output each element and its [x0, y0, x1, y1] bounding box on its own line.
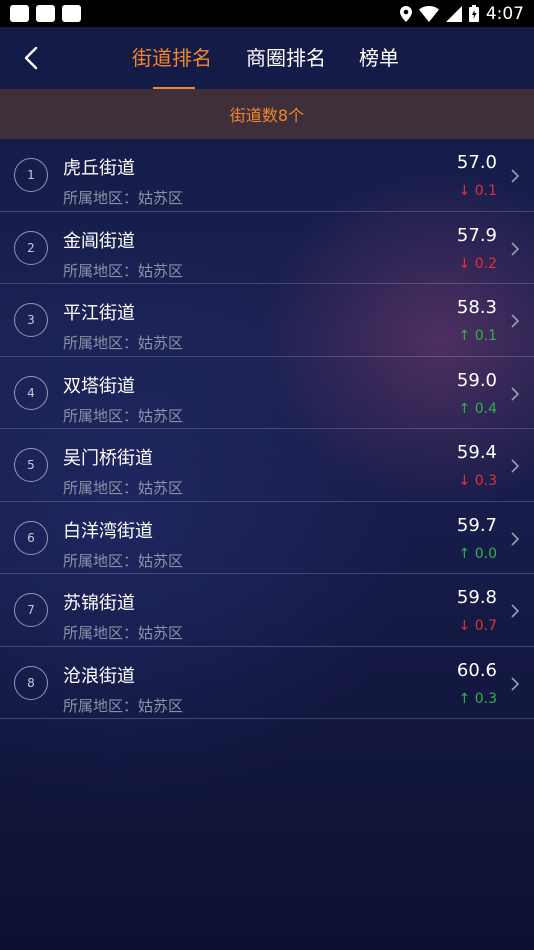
street-score: 57.0 — [456, 152, 497, 173]
street-score: 59.8 — [456, 587, 497, 608]
street-score: 59.7 — [456, 514, 497, 536]
street-name: 白洋湾街道 — [63, 520, 153, 542]
rank-badge: 6 — [14, 520, 48, 555]
notification-icon — [62, 5, 81, 22]
chevron-right-icon — [511, 314, 520, 328]
rank-badge: 2 — [14, 230, 48, 265]
street-name: 金阊街道 — [63, 230, 135, 252]
score-change: ↓ 0.3 — [458, 473, 497, 489]
rank-badge: 5 — [14, 448, 48, 482]
list-item[interactable]: 3 平江街道 所属地区：姑苏区 58.3 ↑ 0.1 — [0, 284, 534, 357]
score-change: ↑ 0.4 — [458, 400, 497, 417]
street-count-text: 街道数8个 — [229, 106, 305, 125]
tab-street-ranking[interactable]: 街道排名 — [132, 42, 212, 71]
street-region: 所属地区：姑苏区 — [63, 624, 184, 642]
location-icon — [399, 5, 412, 22]
notification-icons — [10, 5, 81, 22]
wifi-icon — [418, 5, 439, 22]
score-change: ↑ 0.1 — [458, 328, 497, 344]
rank-badge: 8 — [14, 665, 48, 700]
street-score: 60.6 — [456, 659, 497, 681]
list-item[interactable]: 2 金阊街道 所属地区：姑苏区 57.9 ↓ 0.2 — [0, 212, 534, 284]
street-region: 所属地区：姑苏区 — [63, 479, 184, 497]
chevron-right-icon — [511, 386, 520, 401]
street-region: 所属地区：姑苏区 — [63, 551, 184, 570]
rank-badge: 1 — [14, 158, 48, 192]
top-bar: 街道排名 商圈排名 榜单 — [0, 27, 534, 89]
street-name: 双塔街道 — [63, 375, 135, 397]
street-score: 59.0 — [456, 369, 497, 391]
list-item[interactable]: 8 沧浪街道 所属地区：姑苏区 60.6 ↑ 0.3 — [0, 647, 534, 719]
street-ranking-list: 1 虎丘街道 所属地区：姑苏区 57.0 ↓ 0.1 2 金阊街道 所属地区：姑… — [0, 139, 534, 719]
street-count-banner: 街道数8个 — [0, 89, 534, 139]
street-region: 所属地区：姑苏区 — [63, 189, 184, 207]
street-name: 吴门桥街道 — [63, 448, 153, 469]
score-change: ↑ 0.3 — [458, 690, 497, 707]
score-change: ↓ 0.2 — [458, 255, 497, 272]
street-name: 平江街道 — [63, 303, 135, 324]
score-change: ↓ 0.7 — [458, 618, 497, 634]
score-change: ↑ 0.0 — [458, 545, 497, 562]
battery-icon — [468, 5, 479, 22]
street-region: 所属地区：姑苏区 — [63, 406, 184, 425]
signal-icon — [445, 5, 462, 22]
street-region: 所属地区：姑苏区 — [63, 334, 184, 352]
chevron-right-icon — [511, 676, 520, 691]
tab-business-district-ranking[interactable]: 商圈排名 — [246, 42, 326, 71]
street-score: 59.4 — [456, 442, 497, 463]
rank-badge: 3 — [14, 303, 48, 337]
status-bar: 4:07 — [0, 0, 534, 27]
street-score: 57.9 — [456, 224, 497, 246]
list-item[interactable]: 6 白洋湾街道 所属地区：姑苏区 59.7 ↑ 0.0 — [0, 502, 534, 574]
tab-bar: 街道排名 商圈排名 榜单 — [0, 27, 534, 89]
list-item[interactable]: 7 苏锦街道 所属地区：姑苏区 59.8 ↓ 0.7 — [0, 574, 534, 647]
street-score: 58.3 — [456, 297, 497, 318]
tab-leaderboard[interactable]: 榜单 — [359, 42, 399, 71]
chevron-right-icon — [511, 531, 520, 546]
street-name: 虎丘街道 — [63, 158, 135, 179]
chevron-right-icon — [511, 241, 520, 256]
street-name: 沧浪街道 — [63, 665, 135, 687]
notification-icon — [10, 5, 29, 22]
list-item[interactable]: 4 双塔街道 所属地区：姑苏区 59.0 ↑ 0.4 — [0, 357, 534, 429]
chevron-right-icon — [511, 459, 520, 473]
status-indicators: 4:07 — [399, 3, 524, 24]
list-item[interactable]: 1 虎丘街道 所属地区：姑苏区 57.0 ↓ 0.1 — [0, 139, 534, 212]
street-region: 所属地区：姑苏区 — [63, 261, 184, 280]
rank-badge: 4 — [14, 375, 48, 410]
rank-badge: 7 — [14, 593, 48, 627]
street-region: 所属地区：姑苏区 — [63, 696, 184, 715]
chevron-right-icon — [511, 169, 520, 183]
street-name: 苏锦街道 — [63, 593, 135, 614]
list-item[interactable]: 5 吴门桥街道 所属地区：姑苏区 59.4 ↓ 0.3 — [0, 429, 534, 502]
notification-icon — [36, 5, 55, 22]
score-change: ↓ 0.1 — [458, 183, 497, 199]
clock: 4:07 — [485, 3, 524, 24]
chevron-right-icon — [511, 604, 520, 618]
